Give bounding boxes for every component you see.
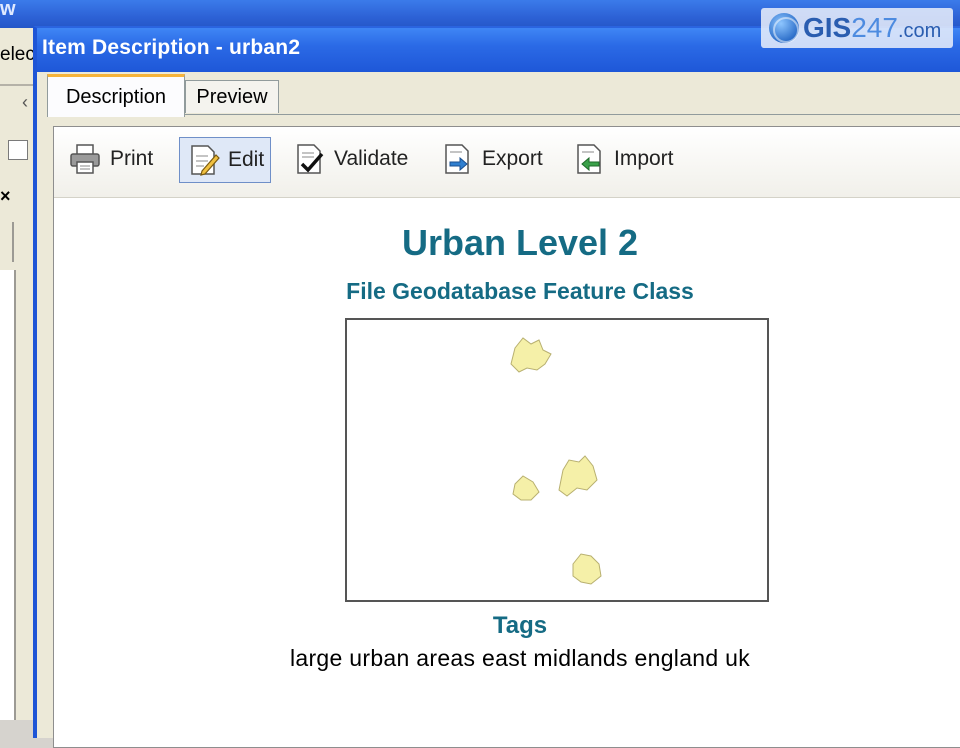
print-label: Print xyxy=(110,147,154,170)
export-icon xyxy=(445,144,469,174)
chevron-left-icon[interactable]: ‹ xyxy=(22,92,28,113)
item-thumbnail xyxy=(345,318,769,602)
import-icon xyxy=(577,144,601,174)
item-title: Urban Level 2 xyxy=(401,222,639,263)
close-icon[interactable]: × xyxy=(0,186,11,207)
import-button[interactable]: Import xyxy=(572,137,674,181)
export-label: Export xyxy=(482,147,543,170)
export-button[interactable]: Export xyxy=(440,137,543,181)
urban-polygon xyxy=(558,455,598,497)
watermark-tld: .com xyxy=(897,19,942,42)
urban-polygon xyxy=(572,553,602,585)
urban-polygon xyxy=(510,337,552,373)
watermark-brand: GIS xyxy=(803,12,852,43)
print-button[interactable]: Print xyxy=(68,137,153,181)
globe-icon xyxy=(769,13,799,43)
background-toolbar-icon[interactable] xyxy=(8,140,28,160)
item-type: File Geodatabase Feature Class xyxy=(346,278,694,304)
gis247-watermark: GIS 247 .com xyxy=(761,8,953,48)
tags-heading: Tags xyxy=(492,612,548,639)
edit-label: Edit xyxy=(228,148,265,171)
background-window-title: w xyxy=(0,0,16,20)
tags-text: large urban areas east midlands england … xyxy=(289,645,751,671)
tab-strip: Description Preview xyxy=(47,74,960,117)
tab-preview[interactable]: Preview xyxy=(185,80,279,113)
dialog-title: Item Description - urban2 xyxy=(42,36,301,59)
urban-polygon xyxy=(512,475,540,501)
mouse-pointer-icon xyxy=(178,160,210,208)
thumbnail-map xyxy=(510,337,602,585)
import-label: Import xyxy=(614,147,674,170)
validate-button[interactable]: Validate xyxy=(292,137,408,181)
tab-description[interactable]: Description xyxy=(47,74,185,117)
printer-icon xyxy=(70,144,100,174)
watermark-number: 247 xyxy=(851,12,898,43)
validate-label: Validate xyxy=(334,147,409,170)
validate-check-icon xyxy=(297,144,324,174)
